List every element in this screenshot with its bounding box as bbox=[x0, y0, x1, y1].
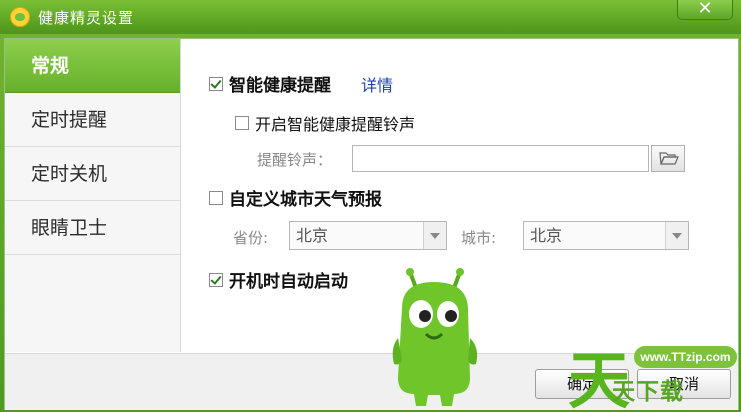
ringtone-toggle-label[interactable]: 开启智能健康提醒铃声 bbox=[255, 111, 415, 135]
custom-weather-row: 自定义城市天气预报 bbox=[209, 185, 382, 210]
folder-open-icon bbox=[659, 152, 679, 165]
close-button[interactable]: ✕ bbox=[677, 0, 733, 20]
custom-weather-label[interactable]: 自定义城市天气预报 bbox=[229, 185, 382, 210]
sidebar-item-timed-reminder[interactable]: 定时提醒 bbox=[5, 93, 180, 147]
browse-folder-button[interactable] bbox=[651, 145, 685, 172]
ringtone-toggle-row: 开启智能健康提醒铃声 bbox=[235, 111, 415, 135]
sidebar-item-general[interactable]: 常规 bbox=[5, 39, 180, 93]
settings-window: 健康精灵设置 ✕ 常规 定时提醒 定时关机 眼睛卫士 智能健康提醒 详情 开启智… bbox=[0, 0, 741, 412]
autostart-checkbox[interactable] bbox=[209, 272, 223, 287]
city-label-row: 城市: bbox=[461, 227, 496, 248]
ringtone-field-label: 提醒铃声： bbox=[257, 151, 333, 169]
smart-reminder-label[interactable]: 智能健康提醒 bbox=[229, 71, 331, 96]
chevron-down-icon[interactable] bbox=[423, 222, 446, 249]
title-bar[interactable]: 健康精灵设置 ✕ bbox=[0, 0, 741, 34]
sidebar-item-eye-guard[interactable]: 眼睛卫士 bbox=[5, 201, 180, 255]
ringtone-field-row: 提醒铃声： bbox=[257, 149, 332, 170]
province-value: 北京 bbox=[296, 226, 329, 245]
sidebar-nav: 常规 定时提醒 定时关机 眼睛卫士 bbox=[5, 39, 181, 352]
ringtone-path-input[interactable] bbox=[352, 145, 649, 172]
mascot-character bbox=[392, 268, 478, 406]
province-select[interactable]: 北京 bbox=[289, 221, 447, 250]
province-label-row: 省份: bbox=[233, 227, 268, 248]
smart-reminder-checkbox[interactable] bbox=[209, 76, 223, 91]
autostart-label[interactable]: 开机时自动启动 bbox=[229, 267, 348, 292]
watermark-text: 天下载 bbox=[612, 379, 684, 405]
province-label: 省份: bbox=[233, 229, 269, 247]
watermark-url: www.TTzip.com bbox=[634, 346, 737, 368]
autostart-row: 开机时自动启动 bbox=[209, 267, 348, 292]
chevron-down-icon[interactable] bbox=[665, 222, 688, 249]
sidebar-item-timed-shutdown[interactable]: 定时关机 bbox=[5, 147, 180, 201]
city-select[interactable]: 北京 bbox=[523, 221, 689, 250]
city-label: 城市: bbox=[461, 229, 497, 247]
app-logo-icon bbox=[10, 7, 30, 27]
ringtone-checkbox[interactable] bbox=[235, 116, 249, 130]
details-link[interactable]: 详情 bbox=[361, 72, 393, 96]
city-value: 北京 bbox=[530, 226, 563, 245]
smart-reminder-row: 智能健康提醒 详情 bbox=[209, 71, 393, 96]
custom-weather-checkbox[interactable] bbox=[209, 190, 223, 205]
window-title: 健康精灵设置 bbox=[38, 9, 135, 27]
